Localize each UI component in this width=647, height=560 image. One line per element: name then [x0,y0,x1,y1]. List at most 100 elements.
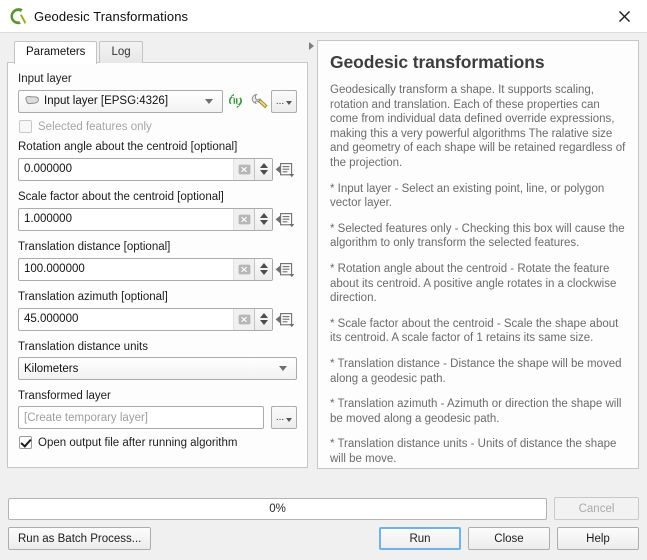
tab-parameters-label: Parameters [26,46,86,58]
rotation-angle-value: 0.000000 [24,163,72,175]
algorithm-help-panel: Geodesic transformations Geodesically tr… [317,40,639,469]
chevron-down-icon [205,98,213,104]
run-as-batch-process-label: Run as Batch Process... [18,532,142,545]
transformed-layer-label: Transformed layer [18,390,111,402]
input-layer-browse-label: ... [275,95,285,107]
stepper-up-icon [259,213,268,218]
parameters-tab-panel: Input layer Input layer [EPSG:4326] ... … [7,62,308,468]
transformed-layer-placeholder: [Create temporary layer] [24,411,148,424]
help-paragraph-description: Geodesically transform a shape. It suppo… [330,84,626,169]
transformed-layer-row: [Create temporary layer] ... [18,406,297,429]
data-defined-override-icon[interactable] [273,157,297,181]
rotation-angle-stepper[interactable] [254,158,272,180]
geodesic-transformations-dialog: Geodesic Transformations Parameters Log [0,0,647,560]
open-output-label: Open output file after running algorithm [38,436,238,449]
qgis-logo-icon [10,7,26,24]
translation-azimuth-spinbox[interactable]: 45.000000 [18,307,273,331]
help-paragraph-scale-factor: * Scale factor about the centroid - Scal… [330,317,619,345]
open-output-checkbox[interactable] [19,436,32,449]
iterate-over-features-icon[interactable] [223,89,247,113]
cancel-button[interactable]: Cancel [554,497,639,520]
transformed-layer-input[interactable]: [Create temporary layer] [18,406,264,429]
scale-factor-stepper[interactable] [254,208,272,230]
close-icon[interactable] [602,0,647,32]
selected-features-only-checkbox[interactable] [19,120,32,133]
open-output-row[interactable]: Open output file after running algorithm [19,436,297,449]
translation-distance-spinbox[interactable]: 100.000000 [18,257,273,281]
input-layer-row: Input layer [EPSG:4326] ... [18,89,297,113]
clear-value-icon[interactable] [233,158,254,180]
translation-distance-stepper[interactable] [254,258,272,280]
selected-features-only-label: Selected features only [38,120,152,133]
cancel-button-label: Cancel [578,502,615,515]
transformed-layer-browse-label: ... [275,412,285,423]
input-layer-combo[interactable]: Input layer [EPSG:4326] [18,89,223,113]
data-defined-override-icon[interactable] [273,257,297,281]
input-layer-label: Input layer [18,73,72,85]
scale-factor-value: 1.000000 [24,213,72,225]
selected-features-only-row[interactable]: Selected features only [19,120,297,133]
tab-parameters[interactable]: Parameters [14,41,98,64]
stepper-up-icon [259,313,268,318]
tab-log-label: Log [111,46,131,58]
run-button-label: Run [409,532,431,545]
run-button[interactable]: Run [379,527,461,550]
help-paragraph-translation-azimuth: * Translation azimuth - Azimuth or direc… [330,398,622,425]
tab-bar: Parameters Log [14,40,317,64]
close-button[interactable]: Close [468,527,550,550]
button-row: Run as Batch Process... Run Close Help [8,527,639,550]
dialog-body: Parameters Log Input layer Input layer [… [0,33,647,497]
wrench-icon[interactable] [247,89,271,113]
data-defined-override-icon[interactable] [273,307,297,331]
clear-value-icon[interactable] [233,258,254,280]
help-button[interactable]: Help [557,527,639,550]
rotation-angle-spinbox[interactable]: 0.000000 [18,157,273,181]
help-paragraph-selected-features: * Selected features only - Checking this… [330,222,625,250]
chevron-down-icon [279,366,287,371]
translation-azimuth-row: 45.000000 [18,307,297,331]
input-layer-browse-button[interactable]: ... [271,89,297,113]
dialog-title-bar: Geodesic Transformations [0,0,647,33]
translation-distance-value: 100.000000 [24,263,85,275]
help-title: Geodesic transformations [330,52,545,72]
data-defined-override-icon[interactable] [273,207,297,231]
help-paragraph-rotation-angle: * Rotation angle about the centroid - Ro… [330,262,617,305]
rotation-angle-label: Rotation angle about the centroid [optio… [18,141,238,153]
close-button-label: Close [494,532,524,545]
help-paragraph-distance-units: * Translation distance units - Units of … [330,438,617,465]
parameters-pane: Parameters Log Input layer Input layer [… [0,33,317,497]
help-paragraph-input-layer: * Input layer - Select an existing point… [330,182,605,210]
progress-row: 0% Cancel [8,497,639,520]
stepper-down-icon [259,270,268,275]
translation-azimuth-label: Translation azimuth [optional] [18,291,168,303]
clear-value-icon[interactable] [233,308,254,330]
translation-distance-row: 100.000000 [18,257,297,281]
translation-distance-units-value: Kilometers [24,362,79,375]
clear-value-icon[interactable] [233,208,254,230]
translation-azimuth-value: 45.000000 [24,313,79,325]
input-layer-value: Input layer [EPSG:4326] [44,95,169,107]
help-button-label: Help [586,532,610,545]
tab-log[interactable]: Log [99,41,143,63]
scale-factor-spinbox[interactable]: 1.000000 [18,207,273,231]
chevron-down-icon [286,101,293,105]
translation-distance-units-combo[interactable]: Kilometers [18,357,297,380]
scale-factor-row: 1.000000 [18,207,297,231]
progress-bar: 0% [8,497,547,520]
stepper-down-icon [259,170,268,175]
run-as-batch-process-button[interactable]: Run as Batch Process... [8,527,152,550]
dialog-title: Geodesic Transformations [34,8,189,24]
rotation-angle-row: 0.000000 [18,157,297,181]
parameters-form: Input layer Input layer [EPSG:4326] ... … [8,63,307,449]
scale-factor-label: Scale factor about the centroid [optiona… [18,191,224,203]
translation-azimuth-stepper[interactable] [254,308,272,330]
stepper-down-icon [259,320,268,325]
help-paragraph-translation-distance: * Translation distance - Distance the sh… [330,357,622,385]
translation-distance-units-label: Translation distance units [18,341,148,353]
transformed-layer-browse-button[interactable]: ... [271,406,297,429]
